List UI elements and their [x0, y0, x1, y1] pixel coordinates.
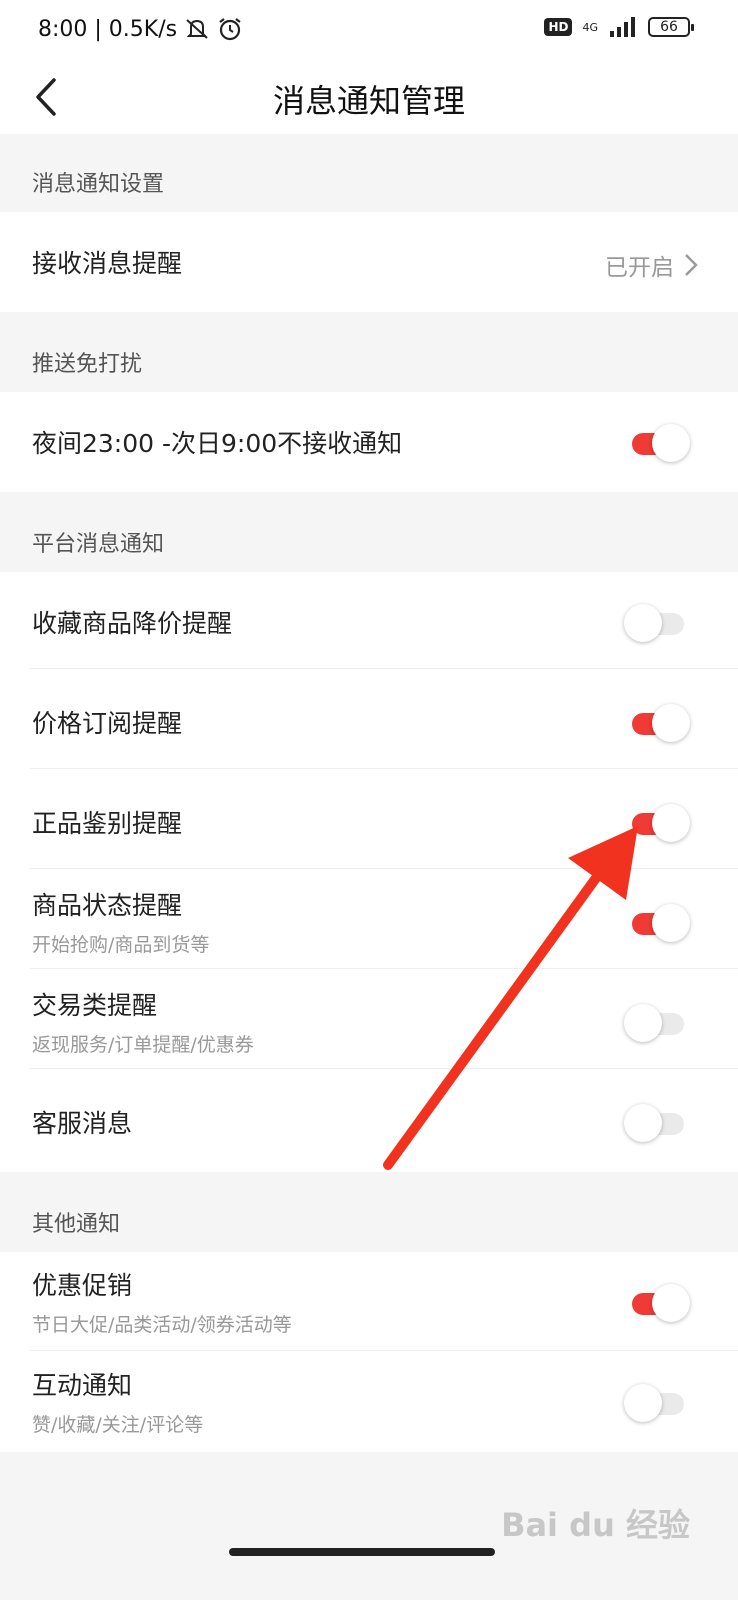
watermark: Bai du 经验 — [501, 1506, 690, 1544]
annotation-arrow-icon — [383, 826, 638, 1170]
home-indicator[interactable] — [229, 1548, 495, 1556]
